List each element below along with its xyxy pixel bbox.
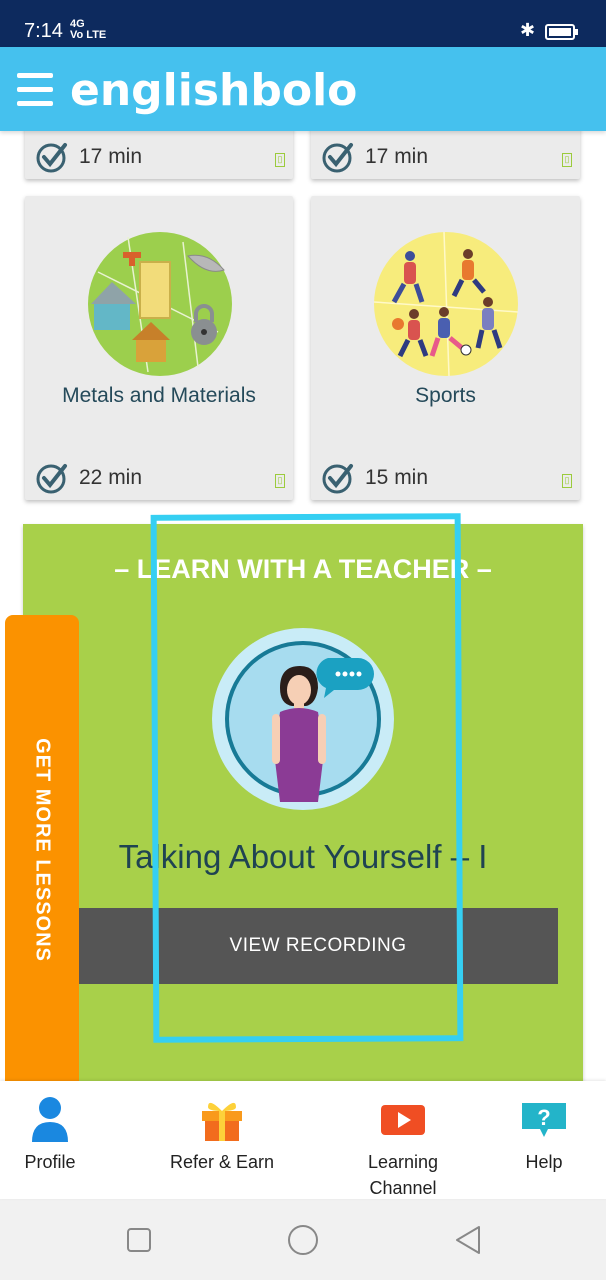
lesson-title: Sports — [415, 384, 476, 407]
language-icon: ▯ — [562, 474, 572, 488]
svg-text:?: ? — [537, 1105, 550, 1130]
nav-help[interactable]: ? Help — [508, 1095, 580, 1175]
lesson-duration: 22 min — [35, 462, 142, 494]
nav-label: Profile — [24, 1152, 76, 1172]
status-time: 7:14 — [24, 20, 63, 42]
get-more-lessons-tab[interactable]: GET MORE LESSONS — [5, 615, 79, 1085]
help-icon: ? — [522, 1103, 566, 1137]
sports-illustration — [374, 232, 518, 376]
home-icon[interactable] — [287, 1224, 319, 1256]
lesson-time: 15 min — [365, 466, 429, 489]
lesson-title: Metals and Materials — [62, 384, 256, 407]
highlight-annotation — [150, 513, 464, 1043]
check-icon — [322, 464, 353, 494]
profile-icon — [32, 1097, 68, 1142]
status-bar: 7:14 4G Vo LTE ✱ — [0, 0, 606, 47]
network-indicator: 4G Vo LTE — [70, 19, 106, 41]
nav-label: Learning Channel — [367, 1152, 439, 1198]
nav-refer-earn[interactable]: Refer & Earn — [160, 1095, 284, 1175]
nav-label: Refer & Earn — [169, 1152, 275, 1172]
check-icon — [36, 143, 67, 173]
app-bar: englishbolo — [0, 47, 606, 131]
lesson-time: 22 min — [79, 466, 143, 489]
bottom-navigation: Profile Refer & Earn Learning Channel ? … — [0, 1081, 606, 1199]
language-icon: ▯ — [275, 474, 285, 488]
lesson-card[interactable]: 17 min ▯ — [311, 131, 580, 179]
brand-logo: englishbolo — [70, 65, 358, 116]
check-icon — [322, 143, 353, 173]
nav-learning-channel[interactable]: Learning Channel — [354, 1095, 452, 1201]
system-navigation-bar — [0, 1199, 606, 1280]
back-icon[interactable] — [454, 1225, 482, 1255]
check-icon — [36, 464, 67, 494]
lesson-duration: 17 min — [321, 141, 428, 173]
nav-label: Help — [525, 1152, 563, 1172]
nav-profile[interactable]: Profile — [14, 1095, 86, 1175]
volte-label: Vo LTE — [70, 29, 107, 41]
lesson-duration: 17 min — [35, 141, 142, 173]
menu-icon[interactable] — [17, 73, 53, 107]
metals-materials-illustration — [88, 232, 232, 376]
lesson-duration: 15 min — [321, 462, 428, 494]
lesson-time: 17 min — [79, 145, 143, 168]
play-video-icon — [381, 1105, 425, 1135]
lesson-card-sports[interactable]: Sports 15 min ▯ — [311, 196, 580, 500]
lesson-time: 17 min — [365, 145, 429, 168]
gift-icon — [202, 1102, 242, 1141]
lesson-card-metals[interactable]: Metals and Materials 22 min ▯ — [25, 196, 293, 500]
language-icon: ▯ — [275, 153, 285, 167]
get-more-lessons-label: GET MORE LESSONS — [31, 738, 54, 962]
bluetooth-icon: ✱ — [520, 20, 536, 40]
recent-apps-icon[interactable] — [126, 1227, 152, 1253]
lesson-card[interactable]: 17 min ▯ — [25, 131, 293, 179]
language-icon: ▯ — [562, 153, 572, 167]
battery-icon — [545, 24, 578, 40]
